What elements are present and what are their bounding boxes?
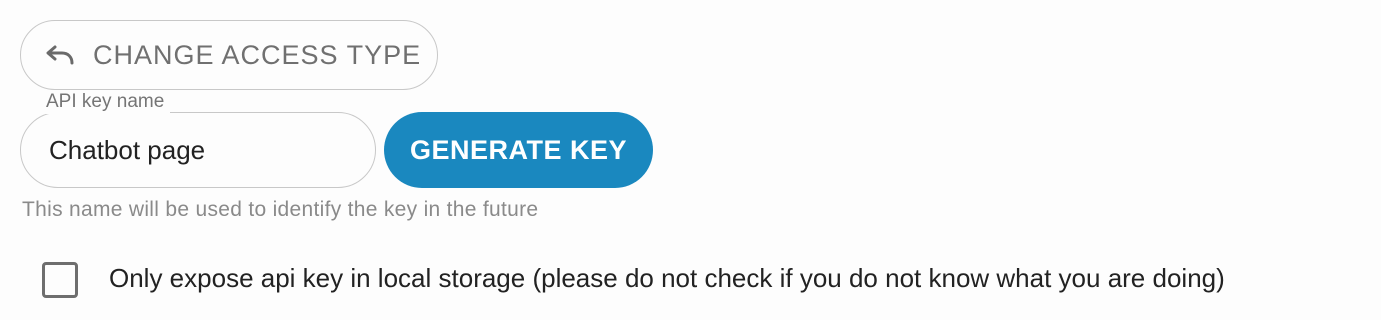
api-key-name-field[interactable] xyxy=(20,112,376,188)
api-key-name-helper-text: This name will be used to identify the k… xyxy=(22,198,539,221)
api-key-name-label: API key name xyxy=(40,90,171,114)
generate-key-button[interactable]: GENERATE KEY xyxy=(384,112,653,188)
local-storage-checkbox-label[interactable]: Only expose api key in local storage (pl… xyxy=(109,263,1225,294)
local-storage-checkbox[interactable] xyxy=(42,262,78,298)
api-key-panel: CHANGE ACCESS TYPE API key name GENERATE… xyxy=(0,0,1381,320)
change-access-type-label: CHANGE ACCESS TYPE xyxy=(93,39,422,70)
api-key-name-input[interactable] xyxy=(49,113,349,187)
undo-icon xyxy=(43,38,77,72)
change-access-type-button[interactable]: CHANGE ACCESS TYPE xyxy=(20,20,438,90)
